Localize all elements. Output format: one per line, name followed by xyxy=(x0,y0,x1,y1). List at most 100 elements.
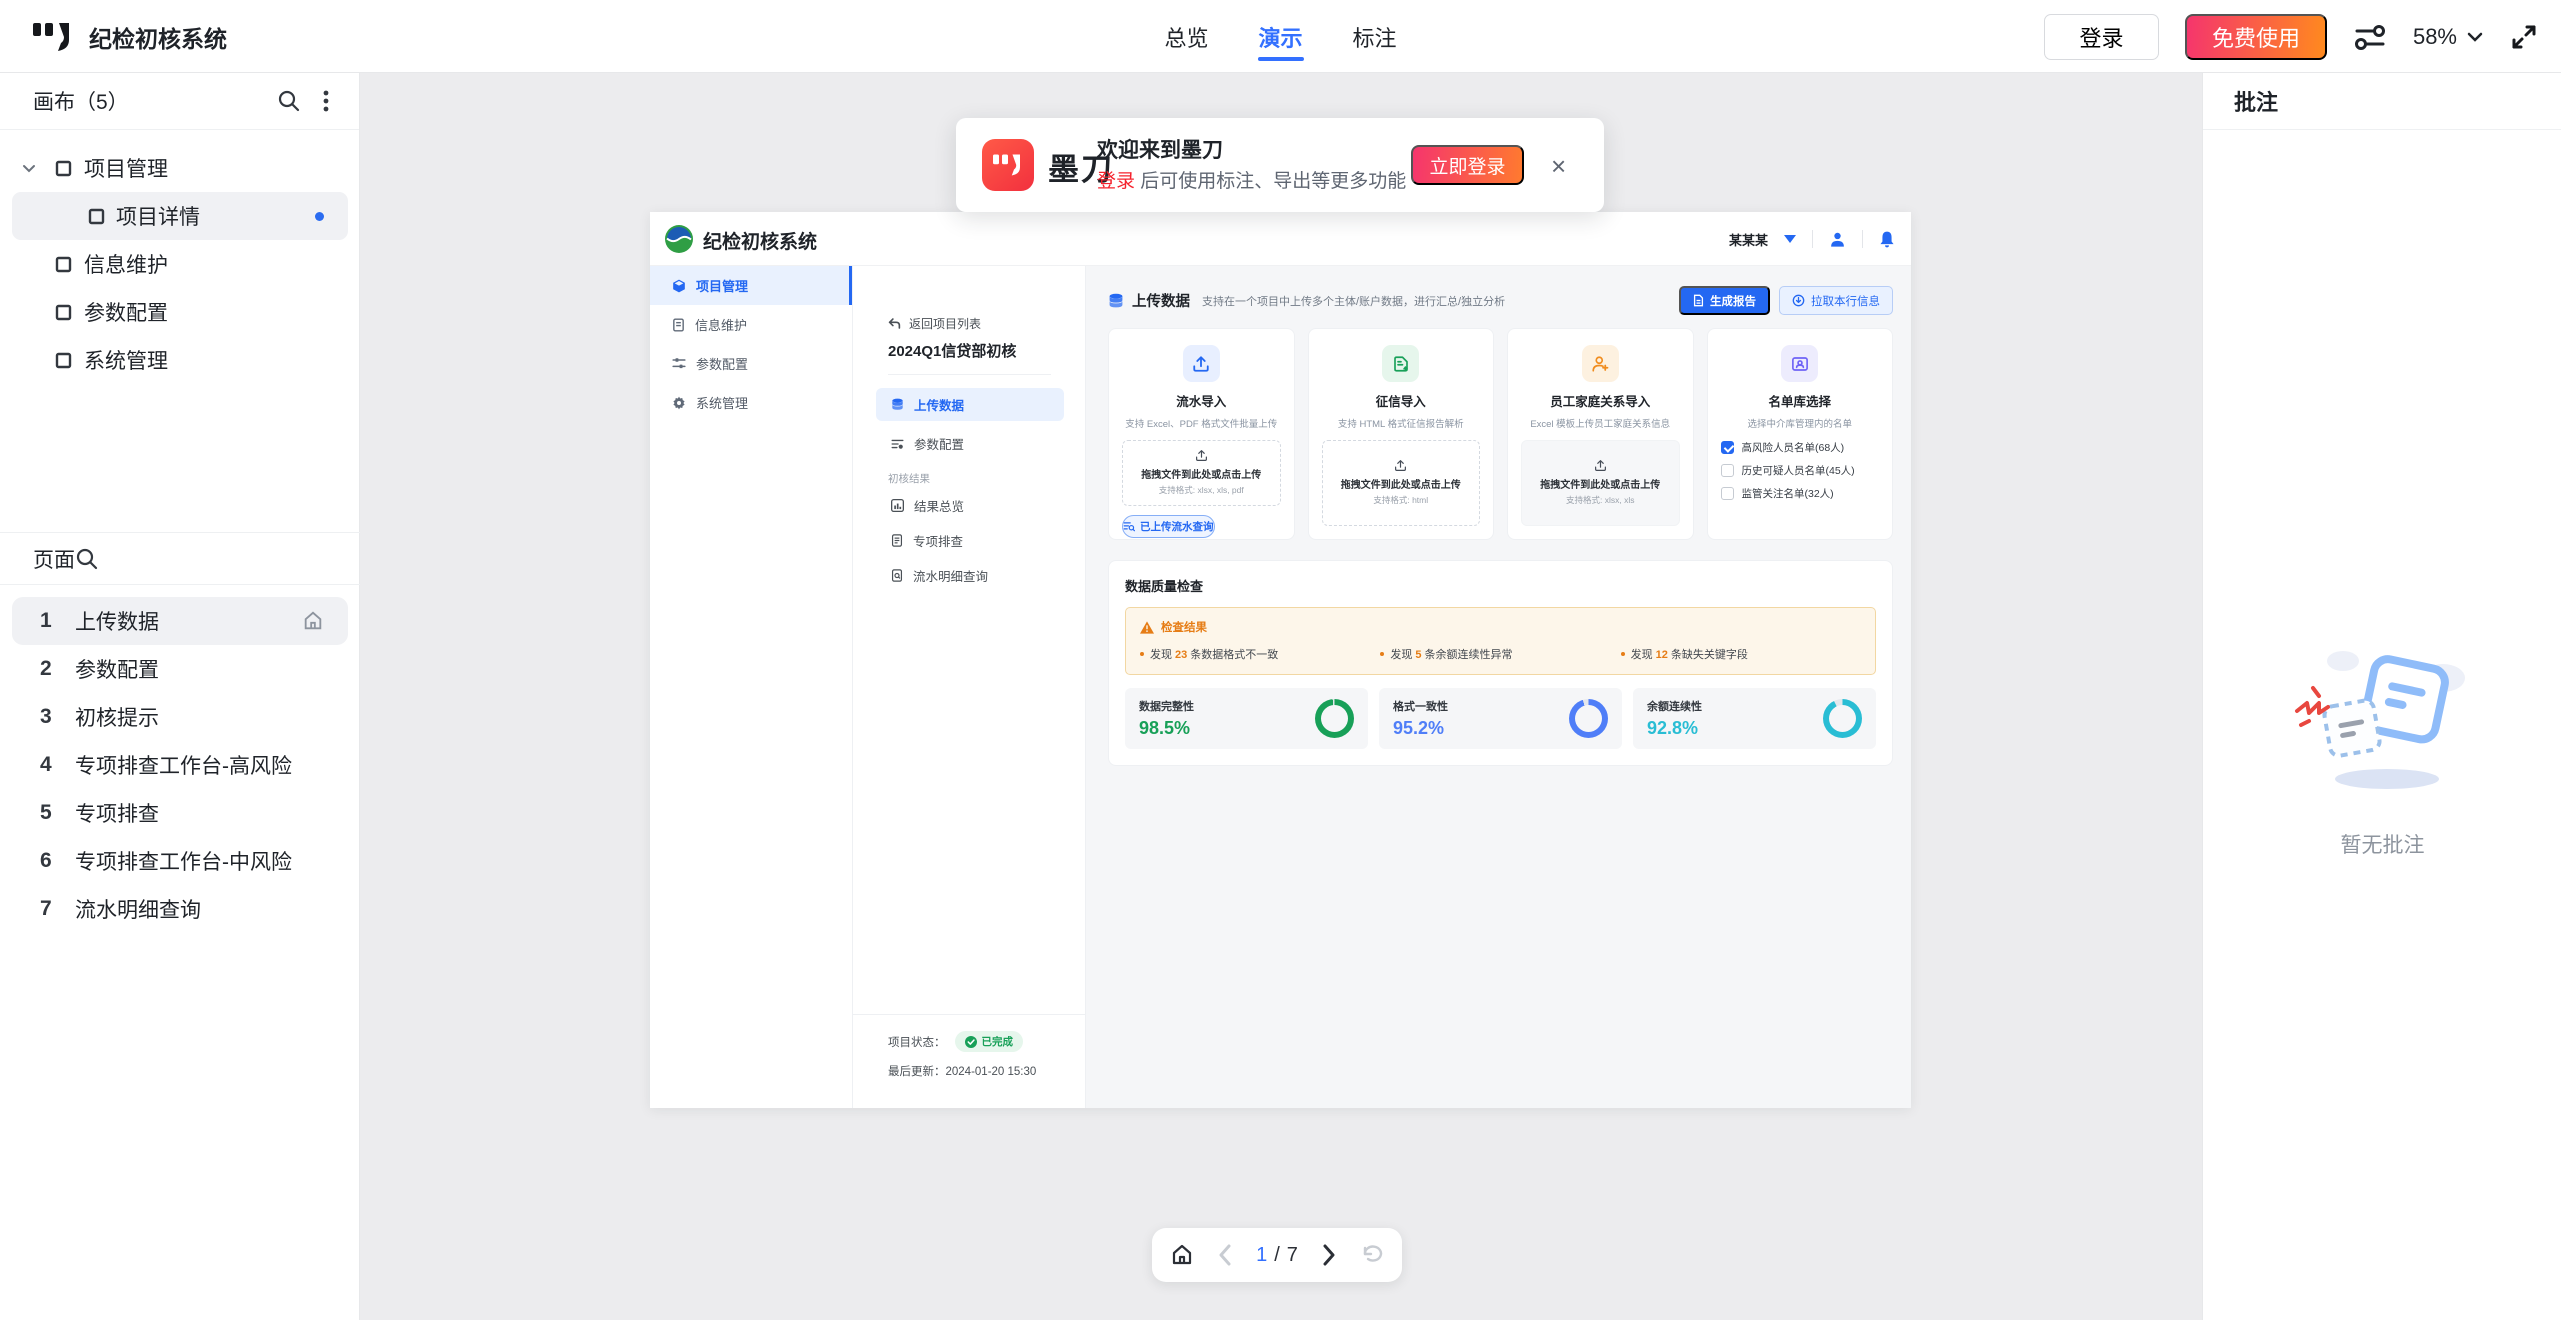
document-search-icon xyxy=(891,569,903,582)
close-icon[interactable]: × xyxy=(1551,151,1566,182)
warning-triangle-icon xyxy=(1140,621,1154,634)
user-icon[interactable] xyxy=(1829,231,1846,248)
canvas-panel-header: 画布（5） xyxy=(0,73,359,130)
tab-overview[interactable]: 总览 xyxy=(1164,0,1208,73)
back-to-projects-link[interactable]: 返回项目列表 xyxy=(888,315,981,332)
proto-nav-project-management[interactable]: 项目管理 xyxy=(650,266,852,305)
result-menu-overview[interactable]: 结果总览 xyxy=(876,488,1064,523)
settings-sliders-icon[interactable] xyxy=(2353,20,2387,54)
pull-bank-info-button[interactable]: 拉取本行信息 xyxy=(1779,286,1893,315)
metric-data-completeness: 数据完整性 98.5% xyxy=(1125,688,1368,749)
proto-nav-param-config[interactable]: 参数配置 xyxy=(650,344,852,383)
checkbox-icon[interactable] xyxy=(1721,487,1734,500)
file-dropzone[interactable]: 拖拽文件到此处或点击上传 支持格式: html xyxy=(1322,440,1481,526)
frame-icon xyxy=(55,256,72,273)
page-item-6[interactable]: 6 专项排查工作台-中风险 xyxy=(0,837,360,885)
file-dropzone[interactable]: 拖拽文件到此处或点击上传 支持格式: xlsx, xls xyxy=(1521,440,1680,526)
option-label: 历史可疑人员名单(45人) xyxy=(1742,463,1855,478)
bell-icon[interactable] xyxy=(1879,231,1895,248)
tab-annotate[interactable]: 标注 xyxy=(1353,0,1397,73)
card-title: 员工家庭关系导入 xyxy=(1521,391,1680,410)
tree-item-param-config[interactable]: 参数配置 xyxy=(0,288,360,336)
result-menu-label: 专项排查 xyxy=(913,531,963,550)
proto-username[interactable]: 某某某 xyxy=(1729,230,1768,249)
tree-item-project-management[interactable]: 项目管理 xyxy=(0,144,360,192)
top-toolbar: 纪检初核系统 总览 演示 标注 登录 免费使用 58% xyxy=(0,0,2561,73)
option-history-suspect-list[interactable]: 历史可疑人员名单(45人) xyxy=(1721,463,1880,478)
page-item-3[interactable]: 3 初核提示 xyxy=(0,693,360,741)
card-list-library-select: 名单库选择 选择中介库管理内的名单 高风险人员名单(68人) 历史可疑人员名单(… xyxy=(1707,328,1894,540)
tree-item-info-maintenance[interactable]: 信息维护 xyxy=(0,240,360,288)
option-regulator-watch-list[interactable]: 监管关注名单(32人) xyxy=(1721,486,1880,501)
fullscreen-icon[interactable] xyxy=(2509,22,2539,52)
generate-report-label: 生成报告 xyxy=(1710,293,1756,309)
person-add-icon xyxy=(1582,345,1619,382)
page-item-5[interactable]: 5 专项排查 xyxy=(0,789,360,837)
checkbox-icon[interactable] xyxy=(1721,464,1734,477)
dropzone-sub-text: 支持格式: html xyxy=(1327,494,1476,506)
free-use-button[interactable]: 免费使用 xyxy=(2185,14,2327,60)
database-icon xyxy=(891,398,904,411)
proto-nav-system-management[interactable]: 系统管理 xyxy=(650,383,852,422)
login-now-button[interactable]: 立即登录 xyxy=(1411,145,1524,185)
app-brand: 纪检初核系统 xyxy=(33,0,227,73)
result-menu-label: 流水明细查询 xyxy=(913,566,988,585)
option-high-risk-list[interactable]: 高风险人员名单(68人) xyxy=(1721,440,1880,455)
banner-login-word[interactable]: 登录 xyxy=(1097,171,1135,192)
page-item-7[interactable]: 7 流水明细查询 xyxy=(0,885,360,933)
database-icon xyxy=(1108,293,1124,309)
generate-report-button[interactable]: 生成报告 xyxy=(1679,286,1770,315)
more-kebab-icon[interactable] xyxy=(323,89,329,113)
home-icon[interactable] xyxy=(1170,1243,1194,1267)
content-title: 上传数据 xyxy=(1132,290,1190,311)
upload-glyph-icon xyxy=(1394,459,1407,472)
project-menu-label: 参数配置 xyxy=(914,434,964,453)
quality-warning-box: 检查结果 发现23条数据格式不一致 发现5条余额连续性异常 xyxy=(1125,607,1876,675)
project-section-label: 初核结果 xyxy=(888,471,930,486)
left-sidebar: 画布（5） 项目管理 项目详情 信息维护 xyxy=(0,73,360,1320)
page-item-2[interactable]: 2 参数配置 xyxy=(0,645,360,693)
project-menu-upload-data[interactable]: 上传数据 xyxy=(876,388,1064,421)
frame-icon xyxy=(55,160,72,177)
search-icon[interactable] xyxy=(277,89,301,113)
zoom-control[interactable]: 58% xyxy=(2413,24,2483,50)
proto-nav-info-maintenance[interactable]: 信息维护 xyxy=(650,305,852,344)
proto-nav-label: 信息维护 xyxy=(695,315,747,334)
page-separator: / xyxy=(1274,1244,1280,1267)
page-item-4[interactable]: 4 专项排查工作台-高风险 xyxy=(0,741,360,789)
tree-item-system-management[interactable]: 系统管理 xyxy=(0,336,360,384)
page-item-1[interactable]: 1 上传数据 xyxy=(12,597,348,645)
tree-item-project-detail[interactable]: 项目详情 xyxy=(12,192,348,240)
next-page-icon[interactable] xyxy=(1322,1244,1336,1266)
result-menu-flow-detail[interactable]: 流水明细查询 xyxy=(876,558,1064,593)
search-icon[interactable] xyxy=(75,547,99,571)
check-circle-icon xyxy=(965,1036,977,1048)
login-button[interactable]: 登录 xyxy=(2044,14,2159,60)
page-label: 专项排查工作台-高风险 xyxy=(75,750,292,780)
sliders-icon xyxy=(672,357,686,370)
banner-subtitle: 登录 后可使用标注、导出等更多功能 xyxy=(1097,166,1406,193)
project-menu-param-config[interactable]: 参数配置 xyxy=(876,427,1064,460)
user-caret-icon[interactable] xyxy=(1784,235,1796,243)
result-menu-special-check[interactable]: 专项排查 xyxy=(876,523,1064,558)
mode-tabs: 总览 演示 标注 xyxy=(1164,0,1396,73)
list-options: 高风险人员名单(68人) 历史可疑人员名单(45人) 监管关注名单(32人) xyxy=(1721,440,1880,501)
caret-down-icon[interactable] xyxy=(22,164,36,173)
tab-present[interactable]: 演示 xyxy=(1258,0,1302,73)
page-number: 7 xyxy=(40,897,52,921)
frame-icon xyxy=(55,352,72,369)
page-number: 4 xyxy=(40,753,52,777)
prev-page-icon[interactable] xyxy=(1218,1244,1232,1266)
restart-icon[interactable] xyxy=(1360,1244,1384,1266)
tree-item-label: 参数配置 xyxy=(84,297,168,327)
last-updated-label: 最后更新： xyxy=(888,1066,946,1078)
checkbox-icon[interactable] xyxy=(1721,441,1734,454)
page-label: 上传数据 xyxy=(75,606,159,636)
proto-header: 纪检初核系统 某某某 xyxy=(650,212,1911,266)
prototype-window: 纪检初核系统 某某某 项目管理 信息维护 参数配置 xyxy=(650,212,1911,1108)
uploaded-flow-query-button[interactable]: 已上传流水查询 xyxy=(1122,515,1215,538)
quality-findings: 发现23条数据格式不一致 发现5条余额连续性异常 发现12条缺失关键字段 xyxy=(1140,646,1861,662)
content-header: 上传数据 支持在一个项目中上传多个主体/账户数据，进行汇总/独立分析 生成报告 … xyxy=(1108,286,1893,315)
option-label: 监管关注名单(32人) xyxy=(1742,486,1834,501)
file-dropzone[interactable]: 拖拽文件到此处或点击上传 支持格式: xlsx, xls, pdf xyxy=(1122,440,1281,506)
